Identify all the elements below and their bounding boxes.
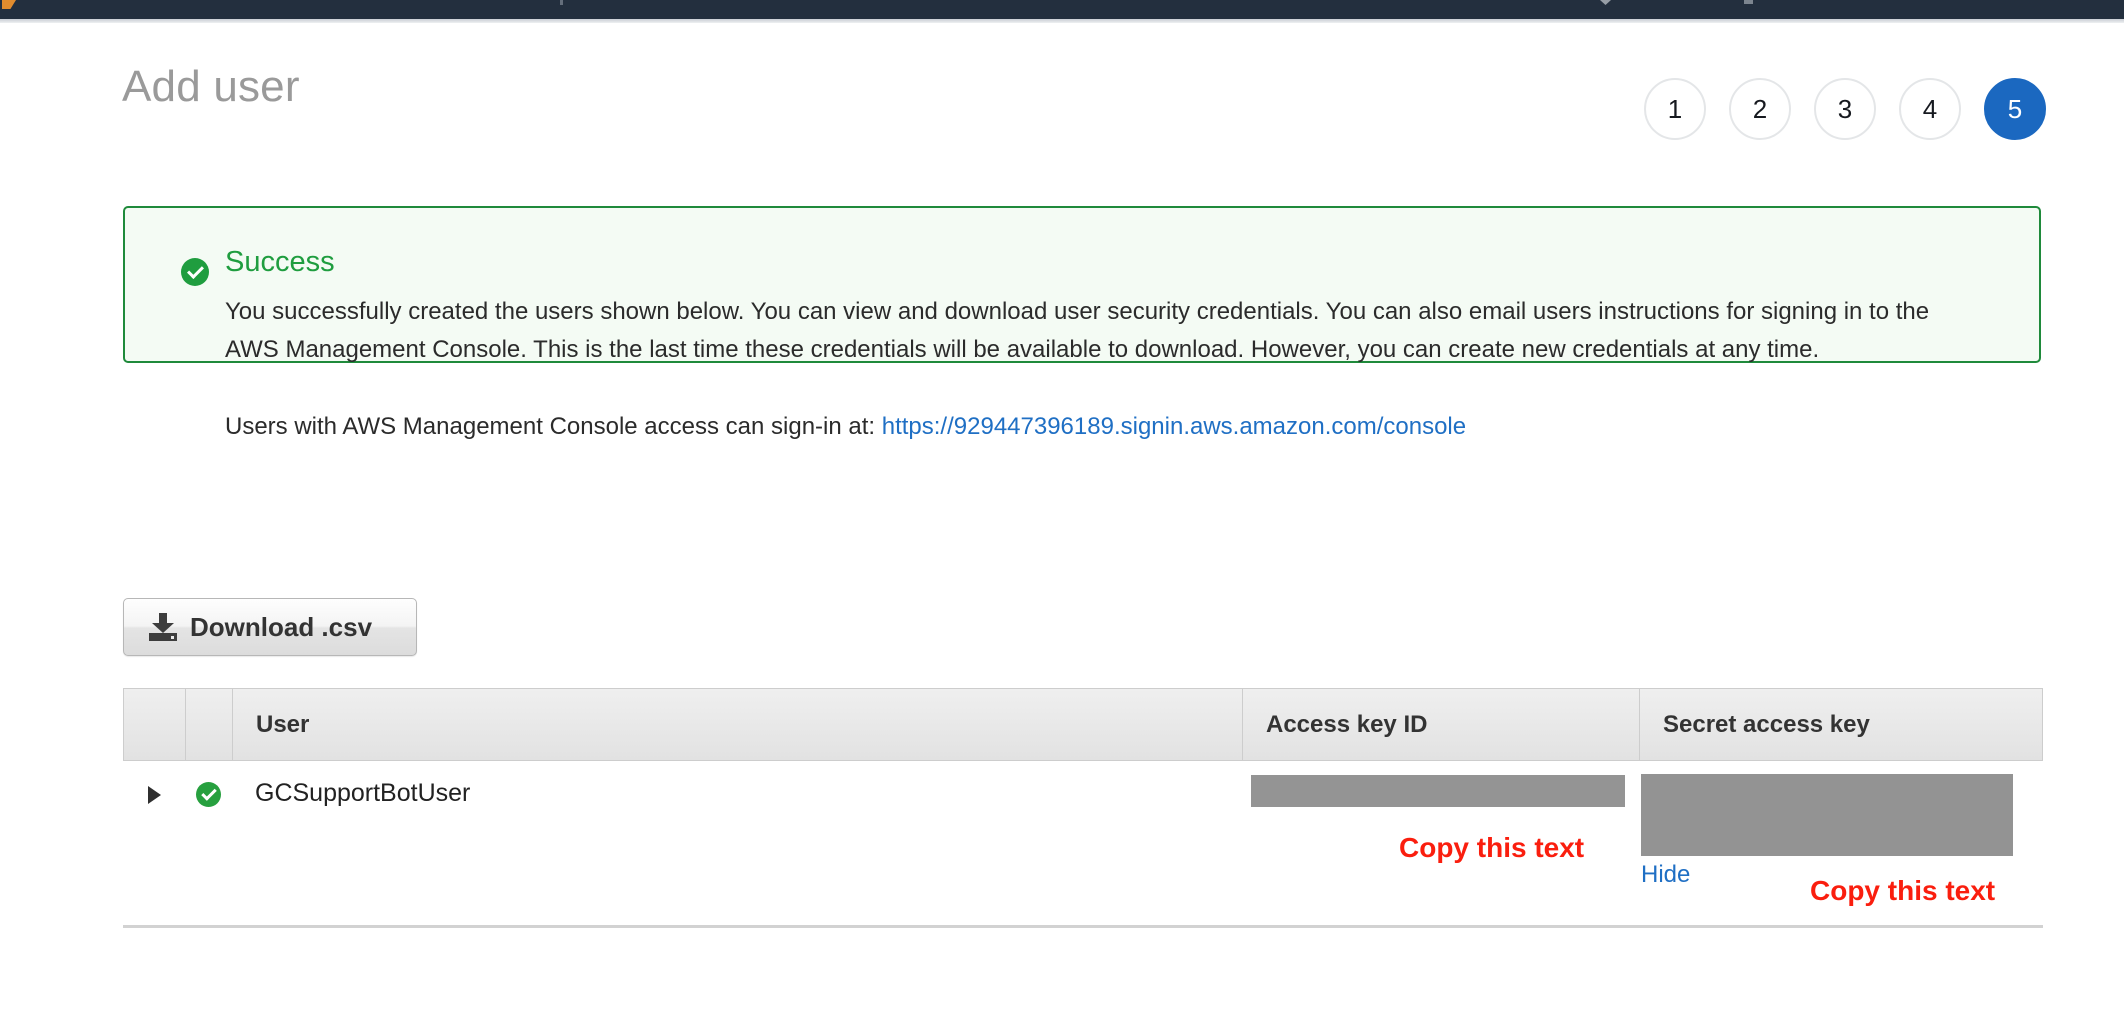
column-header-expand: [123, 688, 185, 761]
user-name-label: GCSupportBotUser: [255, 779, 471, 807]
aws-logo-icon[interactable]: [2, 0, 16, 9]
topbar-nav-glyph-left: [560, 0, 563, 5]
step-5[interactable]: 5: [1984, 78, 2046, 140]
step-2[interactable]: 2: [1729, 78, 1791, 140]
column-header-access-key-id: Access key ID: [1242, 688, 1639, 761]
created-users-table: User Access key ID Secret access key GCS…: [123, 688, 2043, 891]
row-user-cell: GCSupportBotUser: [232, 761, 1242, 891]
download-csv-button[interactable]: Download .csv: [123, 598, 417, 656]
topbar-shadow: [0, 19, 2124, 23]
check-circle-icon: [196, 782, 221, 807]
access-key-id-redaction: [1251, 775, 1625, 807]
download-csv-label: Download .csv: [190, 611, 373, 642]
signin-url-link[interactable]: https://929447396189.signin.aws.amazon.c…: [882, 413, 1466, 440]
secret-access-key-redaction: [1641, 774, 2013, 856]
row-status-cell: [185, 761, 232, 891]
step-4[interactable]: 4: [1899, 78, 1961, 140]
column-header-secret-access-key: Secret access key: [1639, 688, 2043, 761]
page-title: Add user: [122, 62, 300, 111]
step-3[interactable]: 3: [1814, 78, 1876, 140]
row-secret-access-key-cell: Hide: [1639, 761, 2043, 891]
download-icon: [148, 612, 178, 642]
row-access-key-id-cell: [1242, 761, 1639, 891]
column-header-user: User: [232, 688, 1242, 761]
alert-signin-line: Users with AWS Management Console access…: [225, 411, 1466, 443]
alert-body-text: You successfully created the users shown…: [225, 298, 1930, 363]
alert-signin-prefix: Users with AWS Management Console access…: [225, 413, 882, 440]
check-circle-icon: [181, 258, 209, 286]
alert-title: Success: [225, 246, 335, 278]
aws-console-topbar: [0, 0, 2124, 19]
topbar-nav-glyph-right: [1744, 0, 1753, 4]
chevron-down-icon: [1600, 0, 1611, 5]
table-header-row: User Access key ID Secret access key: [123, 688, 2043, 761]
step-1[interactable]: 1: [1644, 78, 1706, 140]
column-header-status: [185, 688, 232, 761]
table-bottom-divider: [123, 925, 2043, 928]
secret-hide-toggle[interactable]: Hide: [1641, 861, 1690, 889]
step-indicator: 1 2 3 4 5: [1644, 78, 2046, 140]
row-expand-cell: [123, 761, 185, 891]
triangle-right-icon[interactable]: [147, 786, 161, 804]
table-row: GCSupportBotUser Hide: [123, 761, 2043, 891]
annotation-copy-access-key: Copy this text: [1399, 832, 1585, 863]
annotation-copy-secret-key: Copy this text: [1810, 875, 1996, 906]
success-alert: Success You successfully created the use…: [123, 206, 2041, 440]
